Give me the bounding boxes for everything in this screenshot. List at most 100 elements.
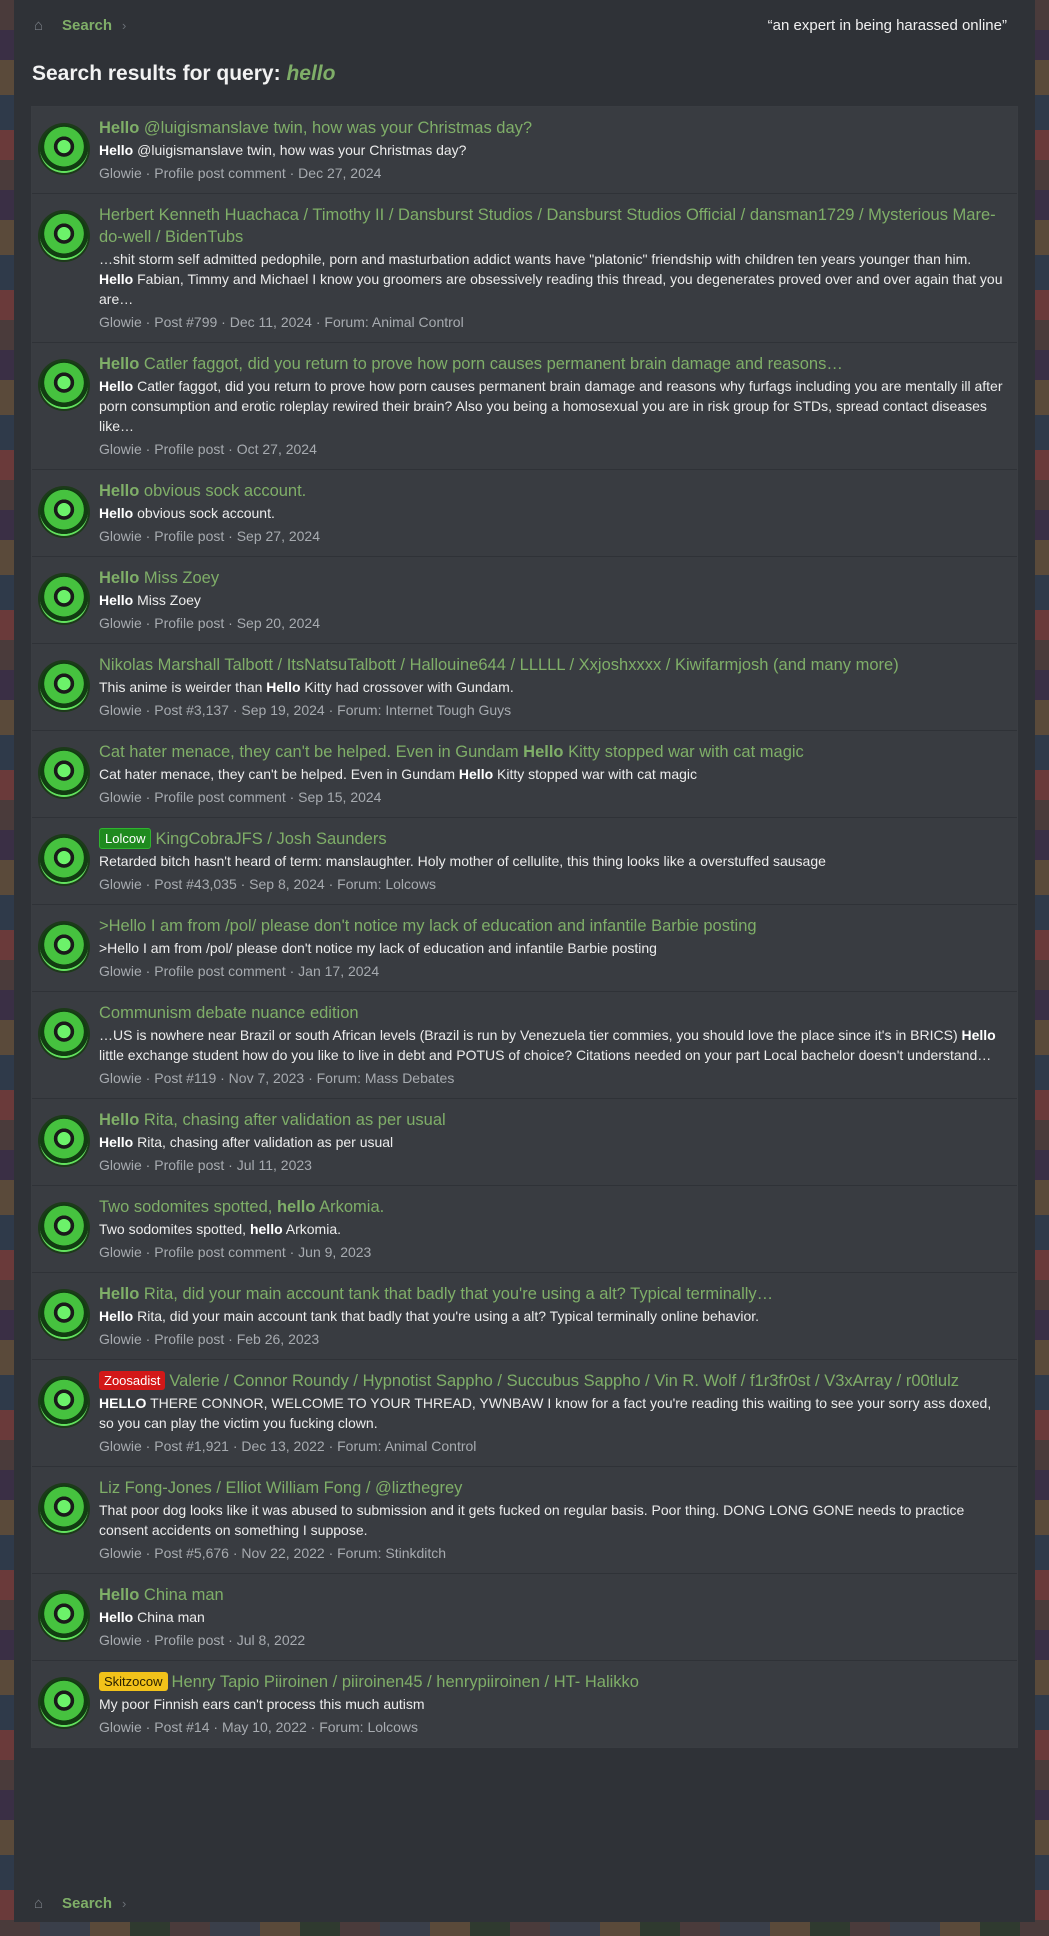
search-result-body: Lolcow KingCobraJFS / Josh Saunders Retard… [99,828,1007,894]
home-icon[interactable]: ⌂ [34,17,56,34]
home-icon[interactable]: ⌂ [34,1895,56,1912]
result-title-link[interactable]: Hello obvious sock account. [99,480,1007,502]
snippet-text: Catler faggot, did you return to prove h… [99,378,1003,434]
avatar[interactable] [40,749,88,797]
breadcrumb-search-link[interactable]: Search [62,17,112,34]
result-title-link[interactable]: Skitzocow Henry Tapio Piiroinen / piiroin… [99,1671,1007,1693]
highlight-term: Hello [99,1609,134,1625]
result-title-link[interactable]: Lolcow KingCobraJFS / Josh Saunders [99,828,1007,850]
search-result-row: Herbert Kenneth Huachaca / Timothy II / … [32,194,1017,343]
result-meta: Glowie · Post #3,137 · Sep 19, 2024 · Fo… [99,702,512,718]
highlight-term: Hello [99,355,140,373]
result-title-text: Catler faggot, did you return to prove h… [139,355,843,373]
avatar[interactable] [40,125,88,173]
prefix-label: Lolcow [99,828,152,849]
result-title-link[interactable]: Communism debate nuance edition [99,1002,1007,1024]
result-snippet: My poor Finnish ears can't process this … [99,1694,1007,1714]
snippet-text: Fabian, Timmy and Michael I know you gro… [99,271,1003,307]
search-query[interactable]: hello [286,62,335,85]
avatar[interactable] [40,662,88,710]
result-snippet: Hello Rita, did your main account tank t… [99,1306,1007,1326]
snippet-text: little exchange student how do you like … [99,1047,992,1063]
highlight-term: Hello [99,1285,140,1303]
background-art-right [1035,0,1049,1936]
avatar[interactable] [40,1679,88,1727]
result-snippet: Hello Catler faggot, did you return to p… [99,376,1007,436]
avatar[interactable] [40,1117,88,1165]
page-title-prefix: Search results for query: [32,62,281,85]
result-snippet: Hello @luigismanslave twin, how was your… [99,140,1007,160]
avatar[interactable] [40,1291,88,1339]
result-meta: Glowie · Post #799 · Dec 11, 2024 · Foru… [99,314,464,330]
snippet-text: Kitty stopped war with cat magic [493,766,698,782]
breadcrumb-bottom: ⌂ Search › [14,1878,1035,1928]
result-title-text: Two sodomites spotted, [99,1198,277,1216]
snippet-text: obvious sock account. [133,505,275,521]
result-title-link[interactable]: Hello @luigismanslave twin, how was your… [99,117,1007,139]
result-snippet: Hello obvious sock account. [99,503,1007,523]
search-result-body: Two sodomites spotted, hello Arkomia. Two… [99,1196,1007,1262]
result-meta: Glowie · Profile post comment · Jan 17, … [99,963,380,979]
avatar[interactable] [40,923,88,971]
avatar[interactable] [40,575,88,623]
result-meta: Glowie · Profile post · Sep 27, 2024 [99,528,321,544]
search-result-row: Hello China man Hello China man Glowie · P… [32,1574,1017,1661]
avatar[interactable] [40,1378,88,1426]
result-title-text: >Hello I am from /pol/ please don't noti… [99,917,757,935]
search-result-body: Hello Rita, chasing after validation as … [99,1109,1007,1175]
avatar[interactable] [40,836,88,884]
avatar[interactable] [40,1485,88,1533]
result-title-text: Cat hater menace, they can't be helped. … [99,743,524,761]
search-result-body: Zoosadist Valerie / Connor Roundy / Hypno… [99,1370,1007,1456]
result-meta: Glowie · Post #14 · May 10, 2022 · Forum… [99,1719,419,1735]
result-snippet: This anime is weirder than Hello Kitty h… [99,677,1007,697]
result-title-link[interactable]: Nikolas Marshall Talbott / ItsNatsuTalbo… [99,654,1007,676]
result-title-link[interactable]: Hello Miss Zoey [99,567,1007,589]
search-result-body: Cat hater menace, they can't be helped. … [99,741,1007,807]
result-title-text: Arkomia. [315,1198,385,1216]
search-result-row: Cat hater menace, they can't be helped. … [32,731,1017,818]
page-body: ⌂ Search › “an expert in being harassed … [14,0,1035,1922]
highlight-term: Hello [99,592,134,608]
search-result-row: Hello Rita, chasing after validation as … [32,1099,1017,1186]
search-result-body: Liz Fong-Jones / Elliot William Fong / @… [99,1477,1007,1563]
avatar[interactable] [40,488,88,536]
result-title-link[interactable]: Two sodomites spotted, hello Arkomia. [99,1196,1007,1218]
result-title-link[interactable]: Zoosadist Valerie / Connor Roundy / Hypno… [99,1370,1007,1392]
search-result-body: Hello @luigismanslave twin, how was your… [99,117,1007,183]
result-title-link[interactable]: Hello Catler faggot, did you return to p… [99,353,1007,375]
result-snippet: That poor dog looks like it was abused t… [99,1500,1007,1540]
avatar[interactable] [40,212,88,260]
result-title-link[interactable]: Hello China man [99,1584,1007,1606]
result-title-link[interactable]: Hello Rita, chasing after validation as … [99,1109,1007,1131]
result-title-link[interactable]: Liz Fong-Jones / Elliot William Fong / @… [99,1477,1007,1499]
highlight-term: Hello [99,1308,134,1324]
result-title-text: Kitty stopped war with cat magic [563,743,804,761]
result-meta: Glowie · Post #43,035 · Sep 8, 2024 · Fo… [99,876,436,892]
result-title-text: Miss Zoey [139,569,220,587]
snippet-text: THERE CONNOR, WELCOME TO YOUR THREAD, YW… [99,1395,992,1431]
search-result-row: Skitzocow Henry Tapio Piiroinen / piiroin… [32,1661,1017,1747]
result-title-link[interactable]: Hello Rita, did your main account tank t… [99,1283,1007,1305]
result-title-link[interactable]: Cat hater menace, they can't be helped. … [99,741,1007,763]
breadcrumb-search-link[interactable]: Search [62,1895,112,1912]
search-result-body: Hello Rita, did your main account tank t… [99,1283,1007,1349]
search-result-row: >Hello I am from /pol/ please don't noti… [32,905,1017,992]
result-snippet: Retarded bitch hasn't heard of term: man… [99,851,1007,871]
avatar[interactable] [40,1204,88,1252]
avatar[interactable] [40,361,88,409]
result-meta: Glowie · Profile post · Feb 26, 2023 [99,1331,320,1347]
highlight-term: Hello [99,569,140,587]
avatar[interactable] [40,1010,88,1058]
background-art-left [0,0,14,1936]
search-result-body: Hello Catler faggot, did you return to p… [99,353,1007,459]
search-results-list: Hello @luigismanslave twin, how was your… [31,106,1018,1748]
avatar[interactable] [40,1592,88,1640]
result-title-link[interactable]: >Hello I am from /pol/ please don't noti… [99,915,1007,937]
site-tagline: “an expert in being harassed online” [767,16,1007,34]
result-snippet: Cat hater menace, they can't be helped. … [99,764,1007,784]
result-title-link[interactable]: Herbert Kenneth Huachaca / Timothy II / … [99,204,1007,248]
search-result-row: Hello @luigismanslave twin, how was your… [32,107,1017,194]
search-result-row: Hello Miss Zoey Hello Miss Zoey Glowie · P… [32,557,1017,644]
result-meta: Glowie · Profile post · Oct 27, 2024 [99,441,317,457]
